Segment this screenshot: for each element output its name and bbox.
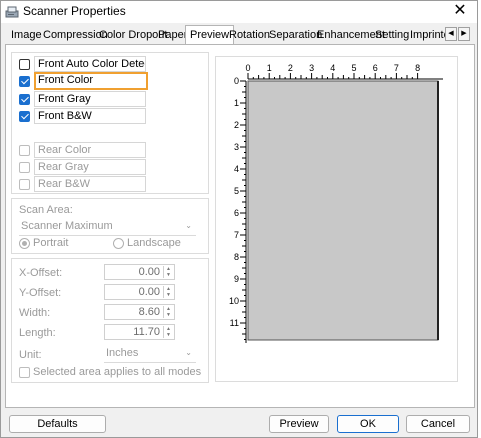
front-gray-checkbox[interactable] xyxy=(19,94,30,105)
length-stepper[interactable]: ▲ ▼ xyxy=(163,326,173,338)
rear-bw-label[interactable]: Rear B&W xyxy=(34,176,146,192)
apply-all-label: Selected area applies to all modes xyxy=(33,366,202,378)
h-tick-label: 3 xyxy=(309,63,314,73)
v-tick-label: 11 xyxy=(230,318,239,328)
x-offset-label: X-Offset: xyxy=(19,267,63,279)
h-tick-label: 7 xyxy=(394,63,399,73)
unit-label: Unit: xyxy=(19,349,42,361)
apply-all-checkbox[interactable] xyxy=(19,367,30,378)
scan-area-group: Scan Area: Scanner Maximum ⌄ Portrait La… xyxy=(11,198,209,254)
unit-select[interactable]: Inches ⌄ xyxy=(104,345,196,363)
scan-area-label: Scan Area: xyxy=(19,204,73,216)
tab-strip: Image Compression Color Dropout Paper Pr… xyxy=(5,25,475,45)
tab-scroll-right-icon[interactable]: ▶ xyxy=(458,27,470,41)
v-tick-label: 10 xyxy=(229,296,239,306)
landscape-radio[interactable] xyxy=(113,238,124,249)
front-auto-color-label[interactable]: Front Auto Color Detection xyxy=(34,56,146,72)
front-color-checkbox[interactable] xyxy=(19,76,30,87)
v-tick-label: 6 xyxy=(234,208,239,218)
unit-value: Inches xyxy=(106,347,139,359)
chevron-down-icon: ⌄ xyxy=(185,348,192,357)
landscape-label: Landscape xyxy=(127,237,181,249)
h-tick-label: 4 xyxy=(330,63,335,73)
preview-ruler-canvas[interactable]: 0 1 2 3 4 5 6 7 8 0 1 2 3 4 5 6 7 8 9 10 11 xyxy=(216,57,457,381)
portrait-label: Portrait xyxy=(33,237,69,249)
h-tick-label: 0 xyxy=(245,63,250,73)
width-label: Width: xyxy=(19,307,51,319)
cancel-button[interactable]: Cancel xyxy=(406,415,470,433)
x-offset-stepper[interactable]: ▲ ▼ xyxy=(163,266,173,278)
h-tick-label: 8 xyxy=(415,63,420,73)
length-value: 11.70 xyxy=(133,326,160,338)
rear-color-label[interactable]: Rear Color xyxy=(34,142,146,158)
length-label: Length: xyxy=(19,327,56,339)
tab-scroll-left-icon[interactable]: ◀ xyxy=(445,27,457,41)
v-tick-label: 9 xyxy=(234,274,239,284)
title-bar: Scanner Properties ✕ xyxy=(1,1,477,23)
scan-area-select[interactable]: Scanner Maximum ⌄ xyxy=(19,218,196,236)
front-bw-checkbox[interactable] xyxy=(19,111,30,122)
rear-gray-label[interactable]: Rear Gray xyxy=(34,159,146,175)
v-tick-label: 3 xyxy=(234,142,239,152)
defaults-button[interactable]: Defaults xyxy=(9,415,106,433)
chevron-down-icon: ⌄ xyxy=(185,221,192,230)
rear-color-checkbox[interactable] xyxy=(19,145,30,156)
front-bw-label[interactable]: Front B&W xyxy=(34,108,146,124)
y-offset-value: 0.00 xyxy=(138,286,160,298)
h-tick-label: 2 xyxy=(288,63,293,73)
ok-button[interactable]: OK xyxy=(337,415,399,433)
offset-group: X-Offset: 0.00 ▲ ▼ Y-Offset: 0.00 ▲ ▼ Widt… xyxy=(11,258,209,383)
width-stepper[interactable]: ▲ ▼ xyxy=(163,306,173,318)
v-tick-label: 2 xyxy=(234,120,239,130)
scan-area-value: Scanner Maximum xyxy=(21,220,113,232)
v-tick-label: 1 xyxy=(234,98,239,108)
window-title: Scanner Properties xyxy=(23,4,126,18)
close-icon[interactable]: ✕ xyxy=(449,1,471,23)
portrait-radio[interactable] xyxy=(19,238,30,249)
v-tick-label: 7 xyxy=(234,230,239,240)
h-tick-label: 5 xyxy=(351,63,356,73)
scanner-icon xyxy=(5,6,19,18)
h-tick-label: 6 xyxy=(373,63,378,73)
x-offset-spinner[interactable]: 0.00 ▲ ▼ xyxy=(104,264,175,280)
v-tick-label: 4 xyxy=(234,164,239,174)
y-offset-label: Y-Offset: xyxy=(19,287,62,299)
width-value: 8.60 xyxy=(138,306,160,318)
rear-bw-checkbox[interactable] xyxy=(19,179,30,190)
preview-button[interactable]: Preview xyxy=(269,415,329,433)
width-spinner[interactable]: 8.60 ▲ ▼ xyxy=(104,304,175,320)
preview-page xyxy=(247,80,439,341)
preview-area: 0 1 2 3 4 5 6 7 8 0 1 2 3 4 5 6 7 8 9 10 11 xyxy=(215,56,458,382)
image-mode-group: Front Auto Color Detection Front Color F… xyxy=(11,52,209,194)
front-auto-color-checkbox[interactable] xyxy=(19,59,30,70)
rear-gray-checkbox[interactable] xyxy=(19,162,30,173)
length-spinner[interactable]: 11.70 ▲ ▼ xyxy=(104,324,175,340)
scanner-properties-window: Scanner Properties ✕ Image Compression C… xyxy=(0,0,478,438)
y-offset-spinner[interactable]: 0.00 ▲ ▼ xyxy=(104,284,175,300)
front-gray-label[interactable]: Front Gray xyxy=(34,91,146,107)
h-tick-label: 1 xyxy=(267,63,272,73)
front-color-label[interactable]: Front Color xyxy=(34,72,148,90)
x-offset-value: 0.00 xyxy=(138,266,160,278)
y-offset-stepper[interactable]: ▲ ▼ xyxy=(163,286,173,298)
v-tick-label: 0 xyxy=(234,76,239,86)
v-tick-label: 8 xyxy=(234,252,239,262)
v-tick-label: 5 xyxy=(234,186,239,196)
